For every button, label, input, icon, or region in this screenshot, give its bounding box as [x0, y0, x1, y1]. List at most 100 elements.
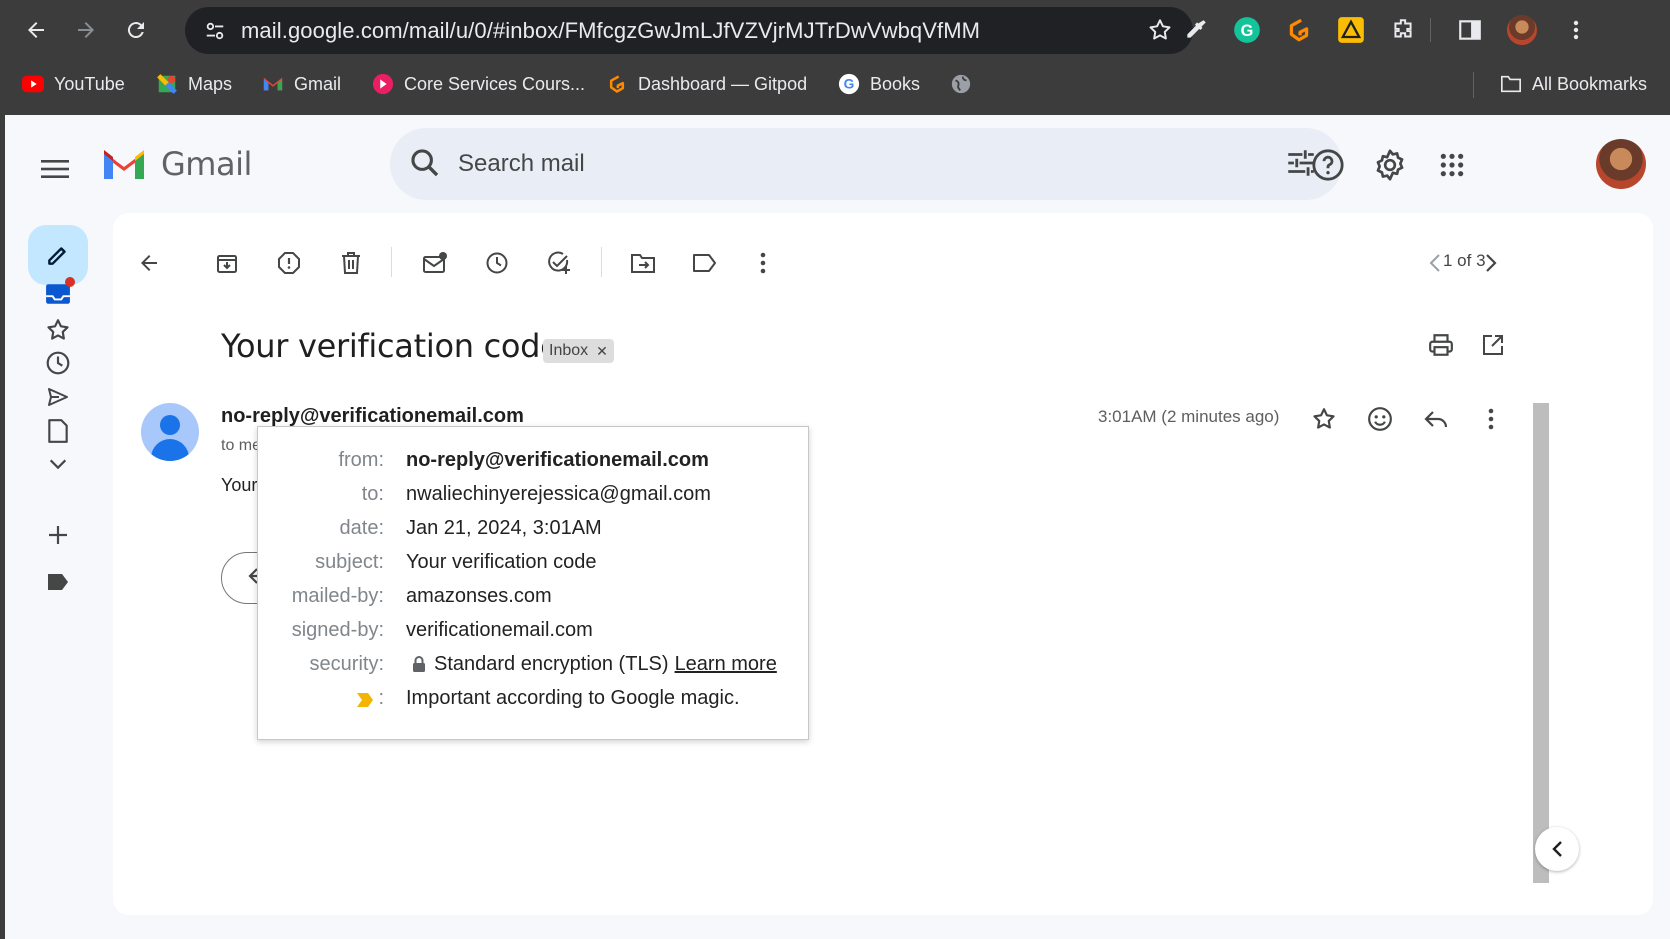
details-from-row: from: no-reply@verificationemail.com: [258, 449, 810, 479]
open-in-new-window-icon[interactable]: [1475, 327, 1511, 363]
add-label-plus-icon[interactable]: [43, 520, 73, 550]
message-details-popup: from: no-reply@verificationemail.com to:…: [257, 426, 809, 740]
print-icon[interactable]: [1423, 327, 1459, 363]
chrome-menu-icon[interactable]: [1558, 12, 1594, 48]
emoji-reaction-icon[interactable]: [1364, 403, 1396, 435]
details-to-value[interactable]: nwaliechinyerejessica@gmail.com: [406, 483, 711, 506]
profile-avatar[interactable]: [1504, 12, 1540, 48]
search-input[interactable]: [458, 142, 1218, 186]
all-bookmarks[interactable]: All Bookmarks: [1500, 68, 1647, 100]
details-to-label: to:: [361, 483, 384, 505]
bookmark-books[interactable]: G Books: [838, 68, 920, 100]
unread-dot: [65, 277, 75, 287]
bookmark-label: Gmail: [294, 73, 342, 94]
report-spam-icon[interactable]: [271, 245, 307, 281]
learn-more-link[interactable]: Learn more: [675, 653, 777, 675]
message-timestamp: 3:01AM (2 minutes ago): [1098, 407, 1280, 426]
mark-unread-icon[interactable]: [417, 245, 453, 281]
details-from-label: from:: [338, 449, 384, 471]
grammarly-icon[interactable]: G: [1229, 12, 1265, 48]
gitpod-extension-icon[interactable]: [1281, 12, 1317, 48]
reply-icon[interactable]: [1420, 403, 1452, 435]
add-to-tasks-icon[interactable]: [541, 245, 577, 281]
settings-gear-icon[interactable]: [1370, 145, 1410, 185]
google-apps-icon[interactable]: [1432, 145, 1472, 185]
labels-tag-icon[interactable]: [687, 245, 723, 281]
core-services-icon: [372, 73, 394, 95]
security-text: Standard encryption (TLS): [434, 653, 669, 675]
pencil-icon: [48, 247, 66, 265]
youtube-icon: [22, 73, 44, 95]
search-bar: [390, 128, 1342, 200]
forward-icon[interactable]: [68, 12, 104, 48]
main-menu-icon[interactable]: [35, 149, 75, 189]
reload-icon[interactable]: [118, 12, 154, 48]
side-panel-icon[interactable]: [1452, 12, 1488, 48]
older-chevron-right-icon[interactable]: [1473, 245, 1509, 281]
move-to-folder-icon[interactable]: [625, 245, 661, 281]
sent-icon[interactable]: [43, 382, 73, 412]
details-to-row: to: nwaliechinyerejessica@gmail.com: [258, 483, 810, 513]
details-security-label: security:: [309, 653, 384, 675]
remove-label-close-icon[interactable]: ✕: [596, 343, 608, 360]
delete-trash-icon[interactable]: [333, 245, 369, 281]
details-importance-value: Important according to Google magic.: [406, 687, 740, 709]
label-tag-icon[interactable]: [43, 567, 73, 597]
bookmark-label: Core Services Cours...: [404, 73, 586, 94]
browser-toolbar: mail.google.com/mail/u/0/#inbox/FMfcgzGw…: [0, 0, 1670, 115]
details-security-value: Standard encryption (TLS) Learn more: [406, 653, 777, 676]
details-importance-row: : Important according to Google magic.: [258, 687, 810, 717]
compose-button[interactable]: [28, 225, 88, 285]
bookmark-maps[interactable]: Maps: [156, 68, 232, 100]
newer-chevron-left-icon[interactable]: [1417, 245, 1453, 281]
more-options-icon[interactable]: [745, 245, 781, 281]
inbox-icon[interactable]: [43, 277, 75, 309]
details-subject-label: subject:: [315, 551, 384, 573]
bookmark-core-services[interactable]: Core Services Cours...: [372, 68, 585, 100]
bookmark-label: Maps: [188, 73, 233, 94]
extensions-puzzle-icon[interactable]: [1385, 12, 1421, 48]
bookmark-globe[interactable]: [950, 68, 972, 100]
all-bookmarks-label: All Bookmarks: [1532, 73, 1648, 94]
details-signed-by-row: signed-by: verificationemail.com: [258, 619, 810, 649]
google-icon: G: [838, 73, 860, 95]
snooze-clock-icon[interactable]: [479, 245, 515, 281]
account-avatar[interactable]: [1596, 139, 1646, 189]
side-panel-chevron-left-icon[interactable]: [1535, 827, 1579, 871]
back-to-inbox-icon[interactable]: [131, 245, 167, 281]
gmail-logo-icon: [104, 150, 144, 179]
eyedropper-extension-icon[interactable]: [1178, 12, 1214, 48]
drafts-icon[interactable]: [43, 416, 73, 446]
scrollbar-thumb[interactable]: [1533, 403, 1549, 883]
search-icon[interactable]: [408, 146, 442, 185]
details-from-value[interactable]: no-reply@verificationemail.com: [406, 449, 709, 472]
starred-icon[interactable]: [43, 315, 73, 345]
message-more-options-icon[interactable]: [1475, 403, 1507, 435]
back-icon[interactable]: [18, 12, 54, 48]
more-chevron-down-icon[interactable]: [43, 449, 73, 479]
to-me-text: to me: [221, 437, 262, 454]
details-mailed-by-row: mailed-by: amazonses.com: [258, 585, 810, 615]
details-subject-value: Your verification code: [406, 551, 597, 573]
folder-icon: [1500, 73, 1522, 95]
maps-icon: [156, 73, 178, 95]
svg-text:G: G: [844, 77, 855, 92]
warning-extension-icon[interactable]: [1333, 12, 1369, 48]
toolbar-separator: [601, 247, 602, 277]
url-text[interactable]: mail.google.com/mail/u/0/#inbox/FMfcgzGw…: [241, 18, 980, 44]
star-icon[interactable]: [1308, 403, 1340, 435]
archive-icon[interactable]: [209, 245, 245, 281]
snoozed-clock-icon[interactable]: [43, 348, 73, 378]
bookmark-gmail[interactable]: Gmail: [262, 68, 341, 100]
site-info-icon[interactable]: [193, 9, 237, 53]
bookmark-gitpod[interactable]: Dashboard — Gitpod: [606, 68, 807, 100]
bookmark-label: Books: [870, 73, 921, 94]
sender-email[interactable]: no-reply@verificationemail.com: [221, 405, 524, 428]
address-bar[interactable]: mail.google.com/mail/u/0/#inbox/FMfcgzGw…: [185, 7, 1193, 54]
bookmark-youtube[interactable]: YouTube: [22, 68, 125, 100]
details-subject-row: subject: Your verification code: [258, 551, 810, 581]
help-icon[interactable]: [1308, 145, 1348, 185]
inbox-label-chip: Inbox ✕: [543, 339, 614, 363]
gmail-logo[interactable]: Gmail: [101, 145, 252, 183]
bookmark-star-icon[interactable]: [1147, 17, 1173, 48]
